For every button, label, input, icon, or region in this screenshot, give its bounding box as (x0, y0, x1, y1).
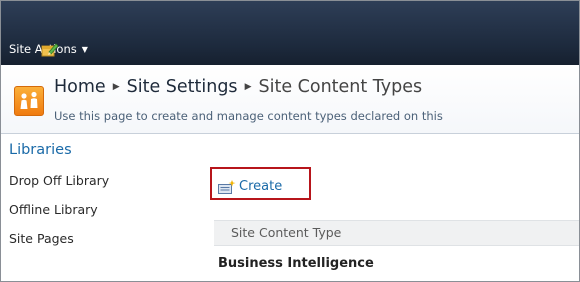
new-item-icon (218, 179, 236, 194)
nav-item-drop-off-library[interactable]: Drop Off Library (9, 173, 109, 188)
breadcrumb-separator-icon: ▶ (112, 82, 120, 92)
create-label: Create (239, 179, 283, 194)
group-heading-business-intelligence: Business Intelligence (218, 256, 374, 271)
title-area: Home ▶ Site Settings ▶ Site Content Type… (1, 65, 579, 134)
main-content: Create Site Content Type Business Intell… (210, 134, 579, 281)
create-button[interactable]: Create (218, 179, 282, 194)
breadcrumb-site-settings-link[interactable]: Site Settings (127, 77, 238, 97)
sharepoint-window: Site Actions ▼ Home ▶ Site Settings ▶ Si… (0, 0, 580, 282)
breadcrumb-separator-icon: ▶ (244, 82, 252, 92)
column-header-label: Site Content Type (231, 225, 342, 240)
chevron-down-icon: ▼ (81, 44, 88, 54)
column-header-site-content-type[interactable]: Site Content Type (214, 220, 579, 246)
edit-page-icon[interactable] (41, 41, 59, 57)
breadcrumb: Home ▶ Site Settings ▶ Site Content Type… (54, 77, 422, 97)
breadcrumb-home-link[interactable]: Home (54, 77, 106, 97)
nav-item-site-pages[interactable]: Site Pages (9, 231, 74, 246)
site-logo-icon (14, 86, 44, 116)
ribbon-bar: Site Actions ▼ (1, 1, 579, 65)
nav-header-libraries[interactable]: Libraries (9, 142, 72, 158)
page-title: Site Content Types (258, 77, 423, 97)
quick-launch: Libraries Drop Off Library Offline Libra… (1, 134, 201, 281)
page-description: Use this page to create and manage conte… (54, 109, 443, 123)
nav-item-offline-library[interactable]: Offline Library (9, 202, 98, 217)
